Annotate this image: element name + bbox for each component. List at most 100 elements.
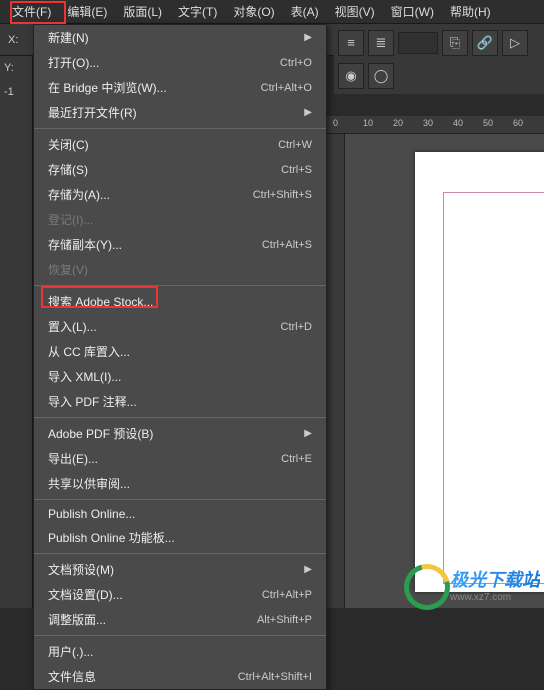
menu-file[interactable]: 文件(F) — [4, 0, 59, 23]
coord-x-label: X: — [8, 34, 18, 46]
menu-item-label: 存储为(A)... — [48, 186, 233, 203]
align-icon[interactable]: ≡ — [338, 30, 364, 56]
menu-item[interactable]: 文件信息Ctrl+Alt+Shift+I — [34, 664, 326, 689]
menu-item-label: 导出(E)... — [48, 450, 261, 467]
submenu-arrow-icon: ▶ — [304, 32, 312, 43]
menu-item[interactable]: 存储副本(Y)...Ctrl+Alt+S — [34, 232, 326, 257]
watermark-brand: 极光下载站 — [450, 570, 540, 590]
menu-item-label: Publish Online... — [48, 507, 312, 521]
menu-item-shortcut: Ctrl+W — [278, 139, 312, 151]
menu-item[interactable]: 文档设置(D)... Ctrl+Alt+P — [34, 582, 326, 607]
menu-table[interactable]: 表(A) — [283, 0, 327, 23]
menu-item[interactable]: Adobe PDF 预设(B) ▶ — [34, 421, 326, 446]
menu-item[interactable]: 导入 PDF 注释... — [34, 389, 326, 414]
menu-item-label: 从 CC 库置入... — [48, 343, 312, 360]
menu-item[interactable]: 文档预设(M) ▶ — [34, 557, 326, 582]
menu-item-shortcut: Ctrl+O — [280, 57, 312, 69]
menu-layout[interactable]: 版面(L) — [115, 0, 170, 23]
submenu-arrow-icon: ▶ — [304, 564, 312, 575]
menu-item[interactable]: 调整版面... Alt+Shift+P — [34, 607, 326, 632]
menu-object[interactable]: 对象(O) — [225, 0, 282, 23]
canvas[interactable] — [345, 134, 544, 608]
ruler-horizontal: 0 10 20 30 40 50 60 — [327, 116, 544, 134]
menu-view[interactable]: 视图(V) — [327, 0, 383, 23]
menu-item-label: 登记(I)... — [48, 211, 312, 228]
menu-item[interactable]: 共享以供审阅... — [34, 471, 326, 496]
tool-icon-b[interactable] — [0, 130, 32, 156]
menu-item-label: 文件信息 — [48, 668, 218, 685]
menu-separator — [34, 417, 326, 418]
justify-icon[interactable]: ≣ — [368, 30, 394, 56]
menu-item-label: 用户(.)... — [48, 643, 312, 660]
menu-item-label: 导入 XML(I)... — [48, 368, 312, 385]
watermark: 极光下载站 www.xz7.com — [404, 564, 540, 604]
menu-item-label: Publish Online 功能板... — [48, 529, 312, 546]
ruler-tick: 60 — [513, 118, 523, 128]
menu-item[interactable]: 最近打开文件(R)▶ — [34, 100, 326, 125]
oval-icon[interactable]: ◯ — [368, 63, 394, 89]
menu-separator — [34, 499, 326, 500]
menu-item[interactable]: 从 CC 库置入... — [34, 339, 326, 364]
document-page[interactable] — [415, 152, 544, 592]
menu-item[interactable]: Publish Online 功能板... — [34, 525, 326, 550]
submenu-arrow-icon: ▶ — [304, 428, 312, 439]
watermark-logo-icon — [404, 564, 444, 604]
ruler-tick: 40 — [453, 118, 463, 128]
menu-item[interactable]: 在 Bridge 中浏览(W)... Ctrl+Alt+O — [34, 75, 326, 100]
menu-item-label: 文档设置(D)... — [48, 586, 242, 603]
menu-item: 恢复(V) — [34, 257, 326, 282]
ruler-tick: 50 — [483, 118, 493, 128]
menu-separator — [34, 285, 326, 286]
page-margin-guide — [443, 192, 544, 584]
menu-item[interactable]: 导出(E)... Ctrl+E — [34, 446, 326, 471]
file-menu-dropdown: 新建(N) ▶ 打开(O)...Ctrl+O 在 Bridge 中浏览(W)... Ct… — [33, 24, 327, 690]
menu-item-label: 新建(N) — [48, 29, 298, 46]
menu-item[interactable]: 打开(O)...Ctrl+O — [34, 50, 326, 75]
link-icon[interactable]: ⎘ — [442, 30, 468, 56]
menu-item-shortcut: Ctrl+E — [281, 453, 312, 465]
menu-separator — [34, 553, 326, 554]
menu-item-label: 在 Bridge 中浏览(W)... — [48, 79, 241, 96]
eye-icon[interactable]: ◉ — [338, 63, 364, 89]
value-field-1[interactable] — [398, 32, 438, 54]
menu-item[interactable]: 置入(L)... Ctrl+D — [34, 314, 326, 339]
menu-item-label: Adobe PDF 预设(B) — [48, 425, 298, 442]
menu-type[interactable]: 文字(T) — [170, 0, 225, 23]
watermark-url: www.xz7.com — [450, 592, 540, 603]
play-icon[interactable]: ▷ — [502, 30, 528, 56]
menu-item[interactable]: 新建(N) ▶ — [34, 25, 326, 50]
menu-item-label: 导入 PDF 注释... — [48, 393, 312, 410]
menu-item-shortcut: Ctrl+Shift+S — [253, 189, 312, 201]
submenu-arrow-icon: ▶ — [304, 107, 312, 118]
menu-item-shortcut: Alt+Shift+P — [257, 614, 312, 626]
menu-item-label: 置入(L)... — [48, 318, 261, 335]
menu-item[interactable]: Publish Online... — [34, 503, 326, 525]
tool-icon-a[interactable] — [0, 104, 32, 130]
menu-item[interactable]: 关闭(C) Ctrl+W — [34, 132, 326, 157]
coord-y-label: Y: — [0, 56, 32, 80]
ruler-tick: 20 — [393, 118, 403, 128]
menu-item-label: 文档预设(M) — [48, 561, 298, 578]
menu-help[interactable]: 帮助(H) — [442, 0, 499, 23]
menu-window[interactable]: 窗口(W) — [383, 0, 442, 23]
menu-item[interactable]: 用户(.)... — [34, 639, 326, 664]
menu-item-label: 调整版面... — [48, 611, 237, 628]
left-dash: -1 — [0, 80, 32, 104]
left-toolbar: Y: -1 — [0, 56, 33, 608]
ruler-tick: 10 — [363, 118, 373, 128]
menu-item-label: 关闭(C) — [48, 136, 258, 153]
ruler-vertical — [327, 134, 345, 608]
ruler-tick: 30 — [423, 118, 433, 128]
menu-item[interactable]: 搜索 Adobe Stock... — [34, 289, 326, 314]
menu-item-shortcut: Ctrl+D — [281, 321, 312, 333]
menu-item[interactable]: 存储为(A)... Ctrl+Shift+S — [34, 182, 326, 207]
menu-item[interactable]: 导入 XML(I)... — [34, 364, 326, 389]
menu-item-label: 存储(S) — [48, 161, 261, 178]
ruler-tick: 0 — [333, 118, 338, 128]
menu-edit[interactable]: 编辑(E) — [59, 0, 115, 23]
menu-separator — [34, 128, 326, 129]
menu-item-shortcut: Ctrl+Alt+P — [262, 589, 312, 601]
chain-icon[interactable]: 🔗 — [472, 30, 498, 56]
menu-item[interactable]: 存储(S)Ctrl+S — [34, 157, 326, 182]
menu-item-shortcut: Ctrl+Alt+O — [261, 82, 312, 94]
